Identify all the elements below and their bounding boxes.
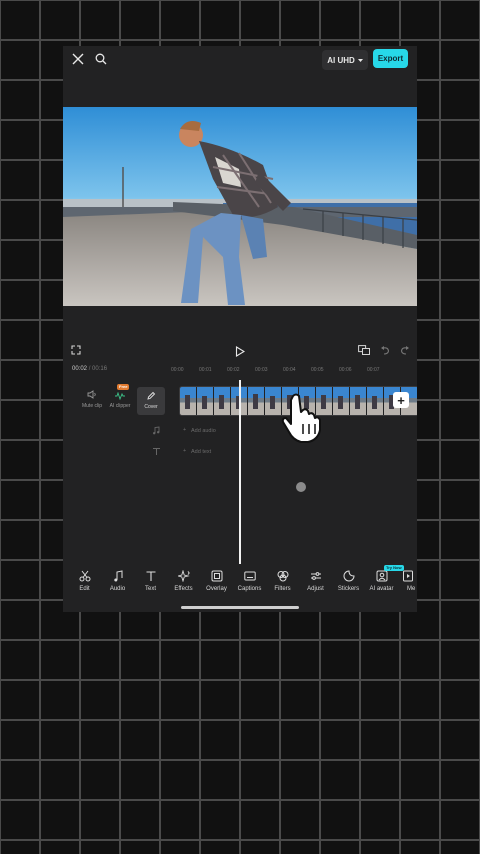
text-track-icon bbox=[153, 448, 160, 455]
close-icon[interactable] bbox=[70, 51, 86, 67]
tick-label: 00:04 bbox=[283, 367, 296, 373]
plus-icon: + bbox=[183, 448, 187, 454]
filters-icon bbox=[277, 571, 288, 582]
undo-icon[interactable] bbox=[379, 344, 391, 356]
video-preview[interactable] bbox=[63, 107, 417, 306]
tick-label: 00:07 bbox=[367, 367, 380, 373]
waveform-icon bbox=[115, 392, 125, 400]
toolbar-label: Adjust bbox=[307, 586, 324, 592]
add-text-row[interactable]: + Add text bbox=[179, 446, 417, 458]
cover-label: Cover bbox=[144, 404, 158, 410]
toolbar-label: Audio bbox=[109, 586, 126, 592]
sparkle-icon bbox=[177, 570, 190, 582]
search-icon[interactable] bbox=[93, 51, 109, 67]
export-button[interactable]: Export bbox=[373, 49, 408, 68]
tick-label: 00:05 bbox=[311, 367, 324, 373]
toolbar-label: Edit bbox=[79, 586, 90, 592]
toolbar-text[interactable]: Text bbox=[134, 570, 167, 600]
bottom-toolbar: Edit Audio Text Effects Overlay Captions… bbox=[63, 565, 417, 600]
timecode: 00:02 / 00:16 bbox=[72, 366, 108, 372]
pencil-icon bbox=[147, 391, 156, 400]
video-frame bbox=[63, 107, 417, 306]
add-clip-button[interactable]: + bbox=[393, 392, 409, 408]
toolbar-label: Filters bbox=[274, 586, 291, 592]
toolbar-label: Text bbox=[144, 586, 156, 592]
add-text-label: Add text bbox=[191, 449, 212, 455]
home-indicator bbox=[181, 606, 299, 609]
toolbar-stickers[interactable]: Stickers bbox=[332, 570, 365, 600]
playhead[interactable] bbox=[239, 380, 241, 564]
scroll-indicator[interactable] bbox=[296, 482, 306, 492]
toolbar-adjust[interactable]: Adjust bbox=[299, 570, 332, 600]
tick-label: 00:03 bbox=[255, 367, 268, 373]
toolbar-label: AI avatar bbox=[369, 586, 394, 592]
tick-label: 00:06 bbox=[339, 367, 352, 373]
toolbar-effects[interactable]: Effects bbox=[167, 570, 200, 600]
music-note-icon bbox=[113, 570, 122, 582]
scissors-icon bbox=[79, 570, 90, 582]
toolbar-label: Overlay bbox=[206, 586, 227, 592]
toolbar-label: Effects bbox=[174, 586, 193, 592]
toolbar-filters[interactable]: Filters bbox=[266, 570, 299, 600]
ai-clipper-button[interactable]: Free AI clipper bbox=[107, 384, 133, 414]
cover-button[interactable]: Cover bbox=[137, 387, 165, 415]
tick-label: 00:00 bbox=[171, 367, 184, 373]
fullscreen-icon[interactable] bbox=[71, 344, 81, 356]
plus-icon: + bbox=[183, 427, 187, 433]
total-time: 00:16 bbox=[92, 366, 108, 372]
hand-cursor-icon bbox=[281, 393, 321, 443]
free-badge: Free bbox=[117, 384, 130, 390]
play-icon bbox=[235, 345, 245, 357]
toolbar-ai-avatar[interactable]: Try Now AI avatar bbox=[365, 565, 404, 600]
toolbar-me[interactable]: Me bbox=[398, 570, 417, 600]
sticker-icon bbox=[343, 570, 355, 582]
captions-icon bbox=[243, 571, 256, 581]
editor-screen: AI UHD Export 00:02 / 00:16 00:00 00:01 … bbox=[63, 46, 417, 612]
toolbar-edit[interactable]: Edit bbox=[68, 570, 101, 600]
mute-clip-button[interactable]: Mute clip bbox=[81, 388, 103, 414]
current-time: 00:02 bbox=[72, 366, 88, 372]
tick-label: 00:01 bbox=[199, 367, 212, 373]
overlay-icon bbox=[211, 570, 222, 582]
aspect-ratio-icon[interactable] bbox=[357, 344, 371, 356]
toolbar-audio[interactable]: Audio bbox=[101, 570, 134, 600]
media-icon bbox=[403, 570, 413, 582]
toolbar-overlay[interactable]: Overlay bbox=[200, 570, 233, 600]
toolbar-label: Captions bbox=[237, 586, 262, 592]
tick-label: 00:02 bbox=[227, 367, 240, 373]
toolbar-captions[interactable]: Captions bbox=[233, 570, 266, 600]
play-button[interactable] bbox=[233, 344, 247, 358]
avatar-icon bbox=[376, 570, 387, 582]
resolution-dropdown[interactable]: AI UHD bbox=[322, 50, 368, 70]
add-audio-label: Add audio bbox=[191, 428, 216, 434]
toolbar-label: Stickers bbox=[337, 586, 360, 592]
chevron-down-icon bbox=[357, 58, 363, 62]
text-icon bbox=[146, 571, 155, 581]
resolution-label: AI UHD bbox=[327, 55, 355, 65]
music-note-icon bbox=[153, 426, 160, 435]
toolbar-label: Me bbox=[407, 586, 416, 592]
ai-clipper-label: AI clipper bbox=[109, 403, 131, 409]
mute-clip-label: Mute clip bbox=[81, 403, 102, 409]
speaker-icon bbox=[87, 390, 96, 399]
redo-icon[interactable] bbox=[399, 344, 411, 356]
sliders-icon bbox=[310, 572, 321, 580]
